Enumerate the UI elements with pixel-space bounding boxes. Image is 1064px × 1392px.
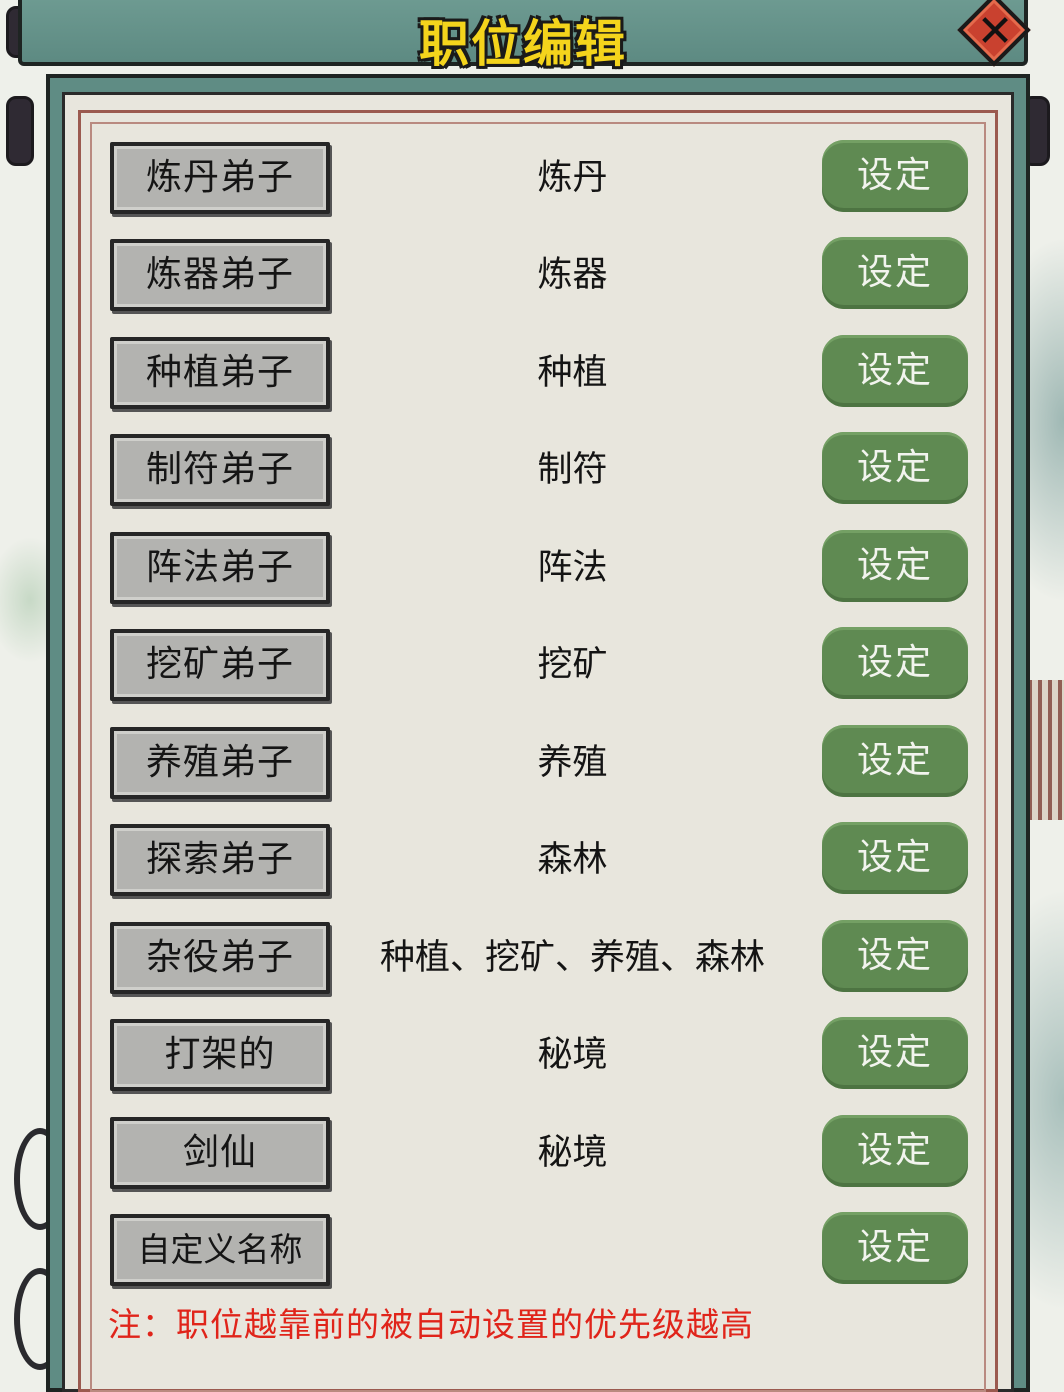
role-duty: 阵法	[537, 548, 608, 588]
role-row: 炼丹弟子 炼丹 设定	[110, 140, 970, 214]
role-row: 阵法弟子 阵法 设定	[110, 530, 970, 604]
role-row: 养殖弟子 养殖 设定	[110, 725, 970, 799]
role-duty: 秘境	[537, 1133, 608, 1173]
role-duty: 炼器	[537, 255, 608, 295]
role-duty: 制符	[537, 450, 608, 490]
scroll-roller-upper	[6, 96, 34, 166]
priority-note: 注：职位越靠前的被自动设置的优先级越高	[108, 1305, 754, 1344]
custom-name-button[interactable]: 自定义名称	[110, 1214, 330, 1286]
close-button[interactable]: ✕	[957, 0, 1032, 67]
role-name-button[interactable]: 剑仙	[110, 1117, 330, 1189]
role-name-button[interactable]: 炼器弟子	[110, 239, 330, 311]
set-button[interactable]: 设定	[822, 530, 968, 602]
close-icon: ✕	[976, 6, 1014, 57]
set-button[interactable]: 设定	[822, 627, 968, 699]
set-button[interactable]: 设定	[822, 140, 968, 212]
role-row: 打架的 秘境 设定	[110, 1017, 970, 1091]
role-duty: 秘境	[537, 1035, 608, 1075]
set-button[interactable]: 设定	[822, 1212, 968, 1284]
set-button[interactable]: 设定	[822, 1115, 968, 1187]
set-button[interactable]: 设定	[822, 822, 968, 894]
set-button[interactable]: 设定	[822, 335, 968, 407]
set-button[interactable]: 设定	[822, 920, 968, 992]
role-duty: 种植、挖矿、养殖、森林	[379, 938, 765, 978]
role-duty: 种植	[537, 353, 608, 393]
role-duty: 森林	[537, 840, 608, 880]
role-name-button[interactable]: 杂役弟子	[110, 922, 330, 994]
role-row: 挖矿弟子 挖矿 设定	[110, 627, 970, 701]
role-row: 制符弟子 制符 设定	[110, 432, 970, 506]
role-duty	[345, 1214, 800, 1286]
role-row: 种植弟子 种植 设定	[110, 335, 970, 409]
role-row: 自定义名称 设定	[110, 1212, 970, 1286]
role-duty: 炼丹	[537, 158, 608, 198]
role-name-button[interactable]: 探索弟子	[110, 824, 330, 896]
role-row: 炼器弟子 炼器 设定	[110, 237, 970, 311]
role-row: 探索弟子 森林 设定	[110, 822, 970, 896]
role-row: 杂役弟子 种植、挖矿、养殖、森林 设定	[110, 920, 970, 994]
role-name-button[interactable]: 种植弟子	[110, 337, 330, 409]
role-name-button[interactable]: 打架的	[110, 1019, 330, 1091]
role-name-button[interactable]: 炼丹弟子	[110, 142, 330, 214]
title-bar: 职位编辑	[18, 0, 1028, 73]
set-button[interactable]: 设定	[822, 432, 968, 504]
role-name-button[interactable]: 挖矿弟子	[110, 629, 330, 701]
dialog-title: 职位编辑	[419, 15, 627, 73]
role-name-button[interactable]: 阵法弟子	[110, 532, 330, 604]
role-name-button[interactable]: 制符弟子	[110, 434, 330, 506]
role-name-button[interactable]: 养殖弟子	[110, 727, 330, 799]
set-button[interactable]: 设定	[822, 725, 968, 797]
role-duty: 挖矿	[537, 645, 608, 685]
background-building	[1028, 680, 1064, 820]
set-button[interactable]: 设定	[822, 1017, 968, 1089]
role-row: 剑仙 秘境 设定	[110, 1115, 970, 1189]
role-duty: 养殖	[537, 743, 608, 783]
set-button[interactable]: 设定	[822, 237, 968, 309]
